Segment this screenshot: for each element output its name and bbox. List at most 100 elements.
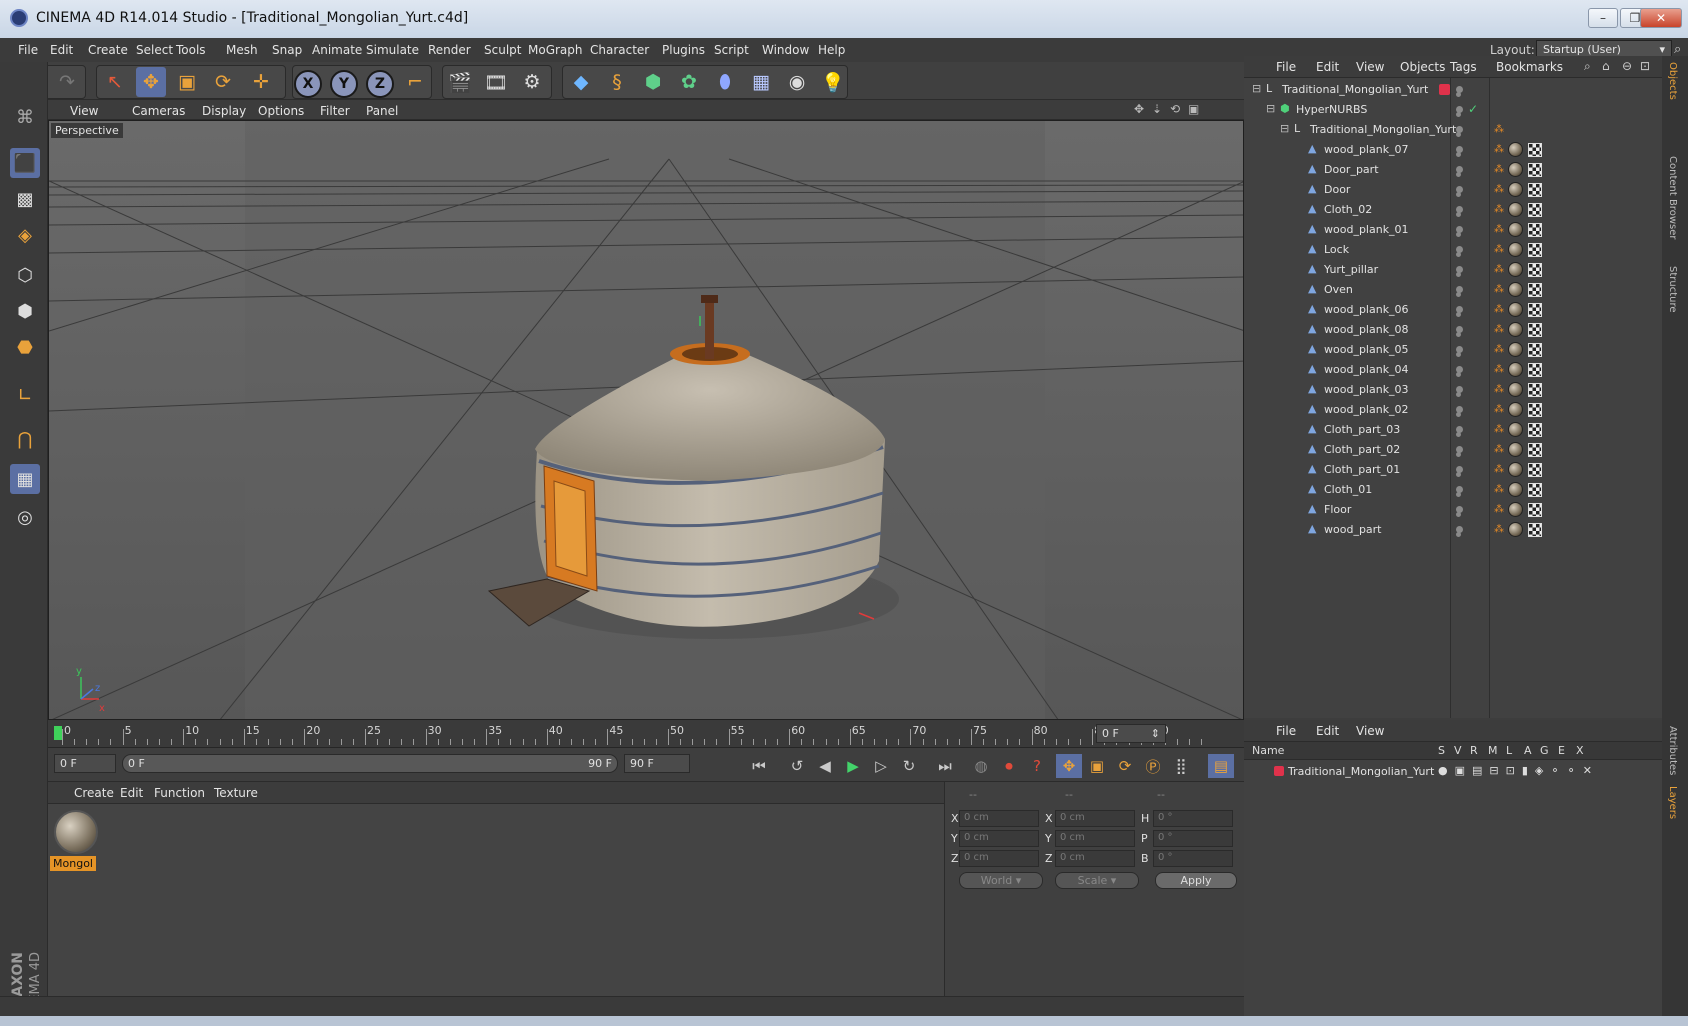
start-frame-field[interactable]: 0 F [54, 754, 116, 773]
viewport-menu-panel[interactable]: Panel [366, 104, 398, 118]
coord-pos-field[interactable]: 0 cm [959, 830, 1039, 847]
object-row[interactable]: ▲ Cloth_02 ⁂ [1244, 200, 1662, 220]
render-visibility-dot[interactable] [1456, 332, 1461, 337]
perspective-viewport[interactable]: y x z Perspective [48, 120, 1244, 720]
object-row[interactable]: ▲ Lock ⁂ [1244, 240, 1662, 260]
nurbs-icon[interactable]: ⬢ [638, 67, 668, 97]
object-menu-file[interactable]: File [1276, 60, 1296, 74]
tab-layers[interactable]: Layers [1667, 786, 1678, 819]
menu-mesh[interactable]: Mesh [226, 43, 258, 57]
material-tag-icon[interactable] [1508, 222, 1523, 237]
phong-tag-icon[interactable]: ⁂ [1494, 144, 1504, 156]
add-icon[interactable]: ✛ [246, 67, 276, 97]
layer-column-v[interactable]: V [1454, 744, 1462, 757]
menu-mograph[interactable]: MoGraph [528, 43, 583, 57]
scale-icon[interactable]: ▣ [172, 67, 202, 97]
layer-row[interactable]: Traditional_Mongolian_Yurt ●▣▤⊟⊡▮◈⚬⚬✕ [1244, 762, 1662, 782]
workplane-lock-icon[interactable]: ▦ [10, 464, 40, 494]
menu-snap[interactable]: Snap [272, 43, 302, 57]
layer-column-e[interactable]: E [1558, 744, 1565, 757]
coord-pos-field[interactable]: 0 cm [959, 810, 1039, 827]
array-icon[interactable]: ✿ [674, 67, 704, 97]
previous-key-icon[interactable]: ↺ [784, 754, 810, 778]
material-tag-icon[interactable] [1508, 202, 1523, 217]
layer-column-l[interactable]: L [1506, 744, 1512, 757]
playhead[interactable] [54, 726, 62, 740]
coordinate-mode-select[interactable]: Scale ▾ [1055, 872, 1139, 889]
material-tag-icon[interactable] [1508, 322, 1523, 337]
render-visibility-dot[interactable] [1456, 312, 1461, 317]
keyframe-selection-icon[interactable]: ? [1024, 754, 1050, 778]
render-visibility-dot[interactable] [1456, 212, 1461, 217]
coordinate-system-icon[interactable]: ⌐ [400, 67, 430, 97]
phong-tag-icon[interactable]: ⁂ [1494, 324, 1504, 336]
render-visibility-dot[interactable] [1456, 432, 1461, 437]
move-icon[interactable]: ✥ [136, 67, 166, 97]
object-row[interactable]: ▲ wood_part ⁂ [1244, 520, 1662, 540]
object-menu-view[interactable]: View [1356, 60, 1384, 74]
object-row[interactable]: ▲ wood_plank_07 ⁂ [1244, 140, 1662, 160]
layer-color-swatch[interactable] [1274, 766, 1284, 776]
render-visibility-dot[interactable] [1456, 512, 1461, 517]
minimize-button[interactable]: – [1588, 8, 1618, 28]
edit-render-settings-icon[interactable]: ⚙ [517, 67, 547, 97]
render-visibility-dot[interactable] [1456, 232, 1461, 237]
material-tag-icon[interactable] [1508, 482, 1523, 497]
phong-tag-icon[interactable]: ⁂ [1494, 444, 1504, 456]
viewport-rotate-icon[interactable]: ⟲ [1170, 102, 1180, 116]
phong-tag-icon[interactable]: ⁂ [1494, 464, 1504, 476]
render-visibility-dot[interactable] [1456, 532, 1461, 537]
material-tag-icon[interactable] [1508, 282, 1523, 297]
frame-range-slider[interactable]: 0 F 90 F [122, 754, 618, 773]
menu-script[interactable]: Script [714, 43, 749, 57]
phong-tag-icon[interactable]: ⁂ [1494, 524, 1504, 536]
render-visibility-dot[interactable] [1456, 152, 1461, 157]
object-row[interactable]: ▲ Cloth_part_01 ⁂ [1244, 460, 1662, 480]
material-tag-icon[interactable] [1508, 142, 1523, 157]
render-visibility-dot[interactable] [1456, 352, 1461, 357]
uvw-tag-icon[interactable] [1528, 143, 1542, 157]
phong-tag-icon[interactable]: ⁂ [1494, 504, 1504, 516]
redo-icon[interactable]: ↷ [52, 67, 82, 97]
uvw-tag-icon[interactable] [1528, 283, 1542, 297]
coord-rot-field[interactable]: 0 ° [1153, 850, 1233, 867]
render-view-icon[interactable]: 🎬 [445, 67, 475, 97]
object-menu-tags[interactable]: Tags [1450, 60, 1477, 74]
live-selection-icon[interactable]: ↖ [100, 67, 130, 97]
uvw-tag-icon[interactable] [1528, 203, 1542, 217]
material-tag-icon[interactable] [1508, 182, 1523, 197]
axis-mode-icon[interactable]: ∟ [10, 380, 40, 410]
render-visibility-dot[interactable] [1456, 132, 1461, 137]
layer-menu-file[interactable]: File [1276, 724, 1296, 738]
uvw-tag-icon[interactable] [1528, 423, 1542, 437]
object-row[interactable]: ▲ wood_plank_05 ⁂ [1244, 340, 1662, 360]
uvw-tag-icon[interactable] [1528, 223, 1542, 237]
texture-mode-icon[interactable]: ▩ [10, 184, 40, 214]
object-row[interactable]: ▲ Door ⁂ [1244, 180, 1662, 200]
z-axis-icon[interactable]: Z [366, 70, 394, 98]
model-mode-icon[interactable]: ⬛ [10, 148, 40, 178]
menu-window[interactable]: Window [762, 43, 809, 57]
uvw-tag-icon[interactable] [1528, 403, 1542, 417]
polygons-mode-icon[interactable]: ⬣ [10, 332, 40, 362]
uvw-tag-icon[interactable] [1528, 483, 1542, 497]
viewport-menu-cameras[interactable]: Cameras [132, 104, 185, 118]
layer-column-a[interactable]: A [1524, 744, 1532, 757]
layer-column-g[interactable]: G [1540, 744, 1549, 757]
render-visibility-dot[interactable] [1456, 92, 1461, 97]
phong-tag-icon[interactable]: ⁂ [1494, 244, 1504, 256]
phong-tag-icon[interactable]: ⁂ [1494, 364, 1504, 376]
phong-tag-icon[interactable]: ⁂ [1494, 404, 1504, 416]
record-keys-icon[interactable]: ◍ [968, 754, 994, 778]
render-visibility-dot[interactable] [1456, 192, 1461, 197]
edges-mode-icon[interactable]: ⬢ [10, 296, 40, 326]
material-menu-function[interactable]: Function [154, 786, 205, 800]
uvw-tag-icon[interactable] [1528, 183, 1542, 197]
uvw-tag-icon[interactable] [1528, 163, 1542, 177]
coord-rot-field[interactable]: 0 ° [1153, 830, 1233, 847]
object-menu-bookmarks[interactable]: Bookmarks [1496, 60, 1563, 74]
object-row[interactable]: ▲ wood_plank_02 ⁂ [1244, 400, 1662, 420]
menu-render[interactable]: Render [428, 43, 471, 57]
phong-tag-icon[interactable]: ⁂ [1494, 384, 1504, 396]
object-menu-objects[interactable]: Objects [1400, 60, 1445, 74]
